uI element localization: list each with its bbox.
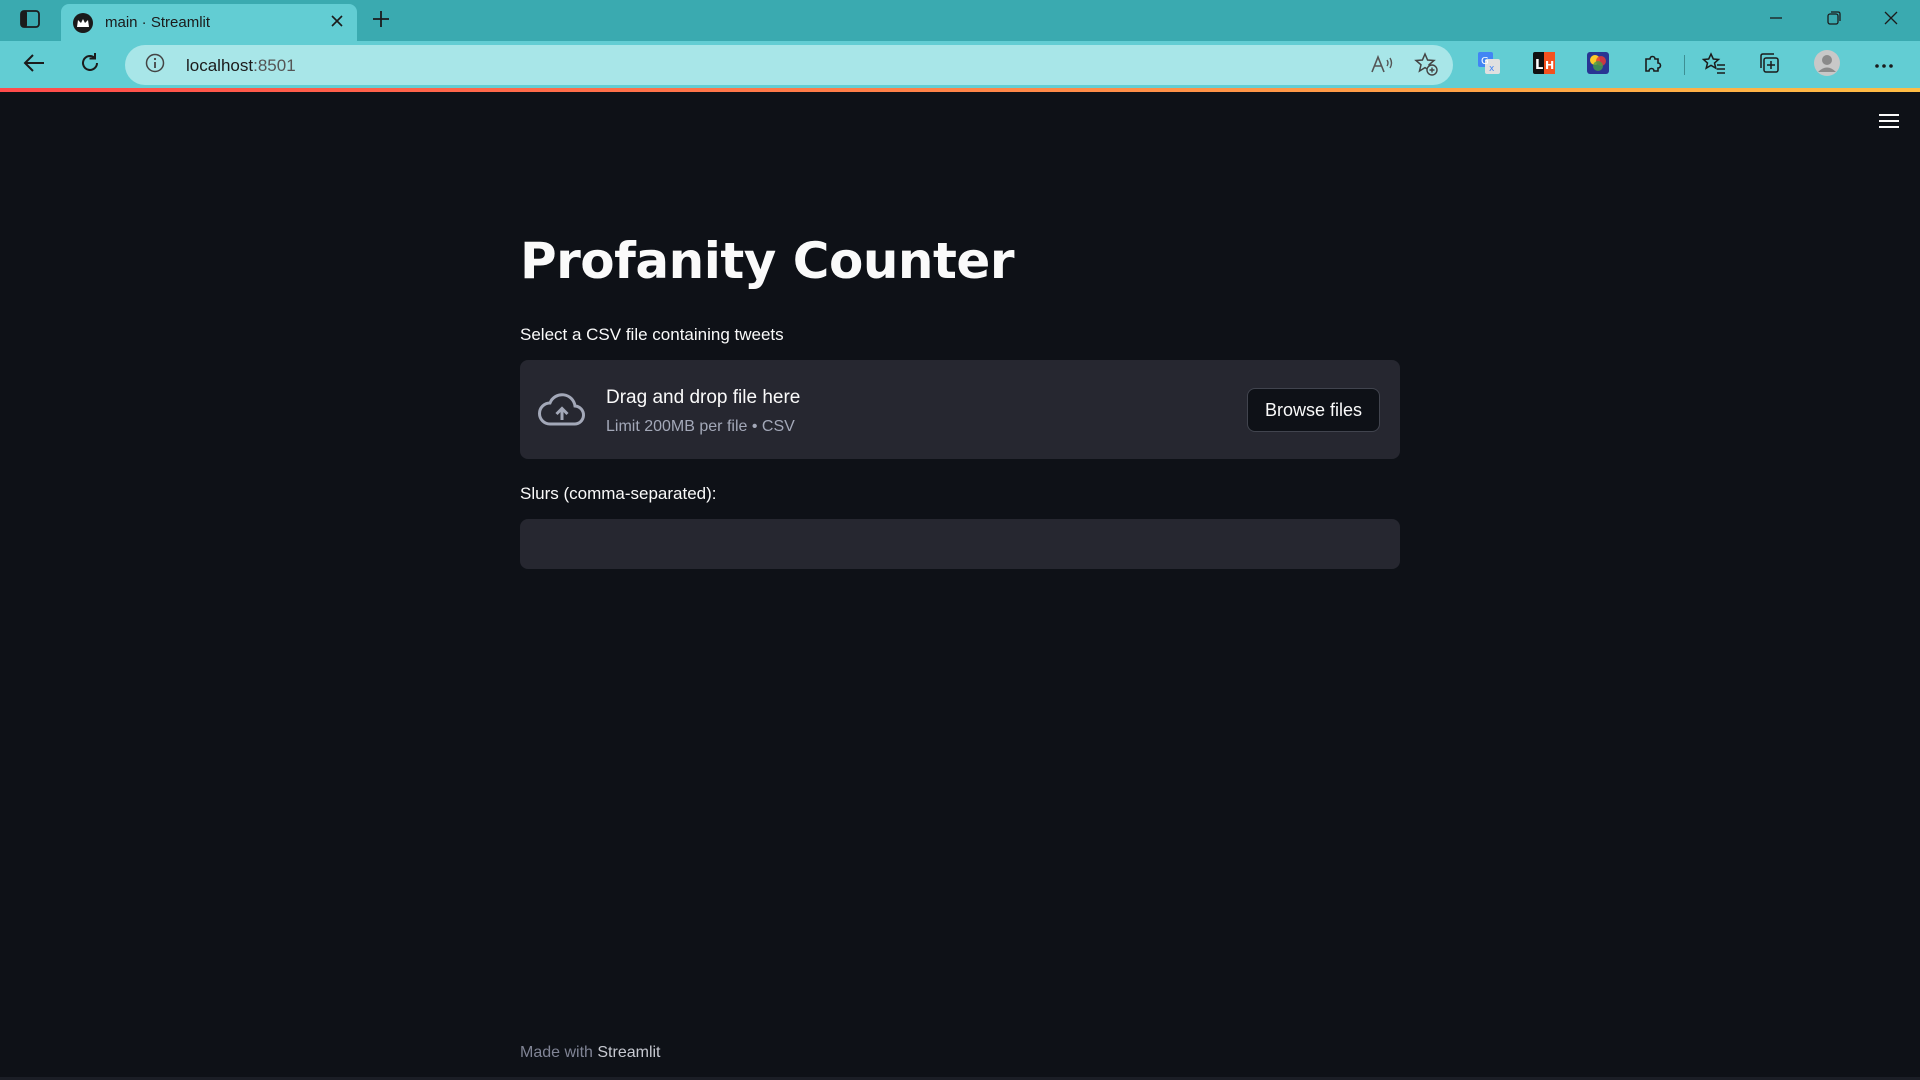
color-extension-icon: [1586, 51, 1610, 80]
footer: Made with Streamlit: [520, 1044, 661, 1062]
browser-toolbar: localhost:8501 Gx LH: [0, 41, 1920, 88]
streamlit-app: Profanity Counter Select a CSV file cont…: [0, 92, 1920, 1080]
collections-button[interactable]: [1753, 49, 1785, 81]
lighthouse-extension-icon: LH: [1532, 51, 1556, 80]
toolbar-separator: [1684, 55, 1685, 75]
close-icon: [1884, 11, 1898, 30]
footer-prefix: Made with: [520, 1044, 598, 1061]
close-window-button[interactable]: [1862, 0, 1920, 40]
plus-icon: [372, 10, 390, 33]
svg-text:G: G: [1481, 56, 1489, 67]
more-button[interactable]: [1868, 49, 1900, 81]
more-icon: [1874, 56, 1894, 74]
translate-extension-icon: Gx: [1477, 51, 1501, 80]
read-aloud-icon: [1370, 54, 1394, 79]
close-icon: [331, 14, 343, 32]
profile-icon: [1813, 49, 1841, 82]
reload-icon: [79, 52, 101, 79]
tab-title: main · Streamlit: [105, 14, 211, 31]
browser-tab-active[interactable]: main · Streamlit: [61, 4, 357, 41]
back-arrow-icon: [23, 53, 45, 78]
browser-tab-bar: main · Streamlit: [0, 0, 1920, 41]
puzzle-icon: [1643, 52, 1665, 79]
restore-button[interactable]: [1805, 0, 1863, 40]
file-dropzone[interactable]: Drag and drop file here Limit 200MB per …: [520, 360, 1400, 459]
dropzone-limit: Limit 200MB per file • CSV: [606, 418, 795, 435]
site-info-button[interactable]: [145, 53, 165, 78]
url-host: localhost: [186, 56, 254, 75]
main-menu-button[interactable]: [1876, 110, 1902, 136]
url-text[interactable]: localhost:8501: [186, 56, 296, 76]
slurs-input-label: Slurs (comma-separated):: [520, 484, 717, 503]
color-extension-button[interactable]: [1582, 49, 1614, 81]
slurs-input[interactable]: [520, 519, 1400, 569]
browse-files-button[interactable]: Browse files: [1247, 388, 1380, 432]
address-bar[interactable]: localhost:8501: [125, 45, 1453, 85]
back-button[interactable]: [16, 47, 52, 83]
new-tab-button[interactable]: [367, 8, 395, 34]
translate-extension-button[interactable]: Gx: [1473, 49, 1505, 81]
svg-text:H: H: [1545, 59, 1554, 72]
minimize-icon: [1769, 11, 1783, 30]
tab-close-button[interactable]: [327, 13, 347, 33]
streamlit-crown-icon: [73, 13, 93, 33]
lighthouse-extension-button[interactable]: LH: [1528, 49, 1560, 81]
star-plus-icon: [1414, 51, 1438, 81]
hamburger-menu-icon: [1878, 113, 1900, 134]
profile-button[interactable]: [1811, 49, 1843, 81]
svg-text:x: x: [1489, 64, 1495, 74]
extensions-button[interactable]: [1638, 49, 1670, 81]
restore-icon: [1827, 10, 1841, 30]
cloud-upload-icon: [538, 390, 586, 430]
tab-actions-button[interactable]: [14, 8, 46, 34]
collections-icon: [1758, 52, 1780, 79]
minimize-button[interactable]: [1747, 0, 1805, 40]
uploader-label: Select a CSV file containing tweets: [520, 325, 784, 344]
favorites-icon: [1701, 51, 1726, 79]
reload-button[interactable]: [72, 47, 108, 83]
read-aloud-button[interactable]: [1369, 53, 1395, 79]
streamlit-link[interactable]: Streamlit: [597, 1044, 660, 1061]
tab-actions-icon: [20, 9, 40, 33]
dropzone-instructions: Drag and drop file here: [606, 387, 801, 408]
page-title: Profanity Counter: [520, 232, 1015, 290]
url-port: :8501: [253, 56, 296, 75]
info-icon: [145, 53, 165, 78]
add-favorite-button[interactable]: [1413, 51, 1439, 81]
favorites-button[interactable]: [1698, 49, 1730, 81]
svg-text:L: L: [1535, 58, 1543, 73]
